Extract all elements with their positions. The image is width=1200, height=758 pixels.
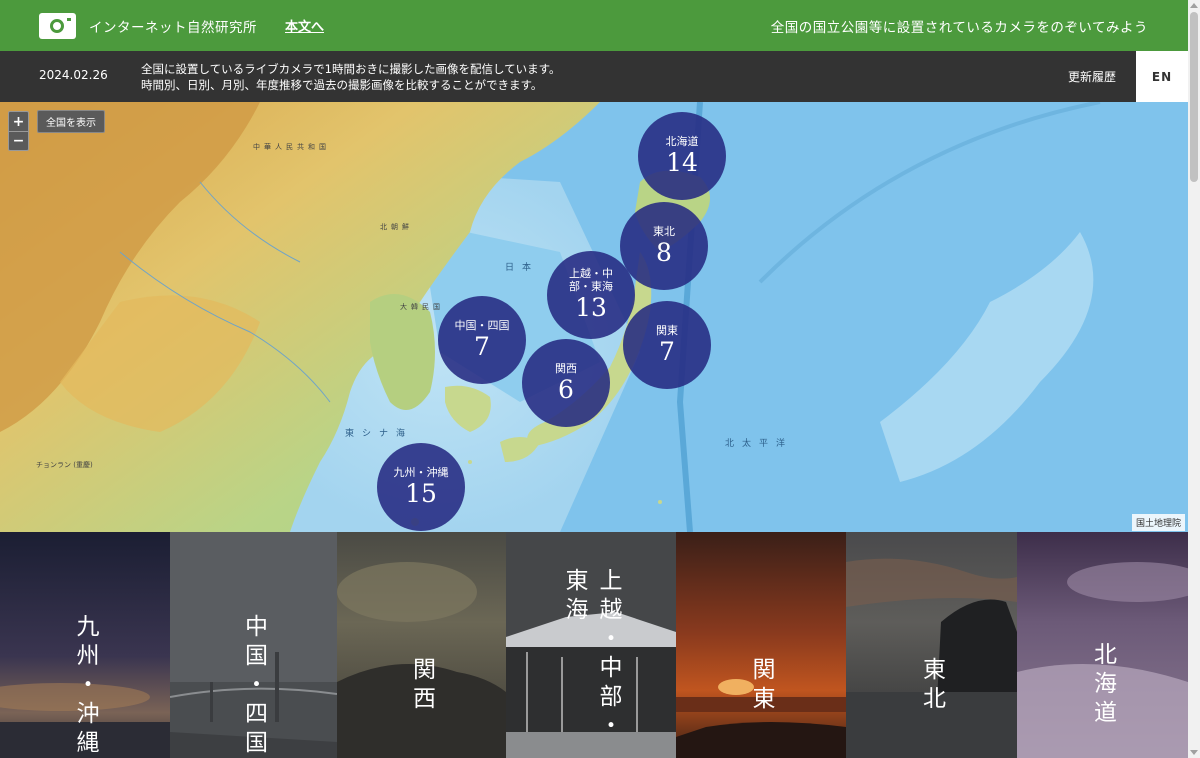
region-panel-kanto[interactable]: 関東 xyxy=(676,532,846,758)
cluster-name: 中国・四国 xyxy=(454,318,510,332)
cluster-tohoku[interactable]: 東北 8 xyxy=(620,202,708,290)
camera-logo-icon[interactable] xyxy=(39,13,76,39)
region-panel-chugoku-shikoku[interactable]: 中国・四国 xyxy=(170,532,337,758)
cluster-hokkaido[interactable]: 北海道 14 xyxy=(638,112,726,200)
region-label: 東北 xyxy=(918,657,945,715)
site-header: インターネット自然研究所 本文へ 全国の国立公園等に設置されているカメラをのぞい… xyxy=(0,0,1188,51)
update-history-link[interactable]: 更新履歴 xyxy=(1068,68,1116,85)
update-date: 2024.02.26 xyxy=(39,68,108,82)
map-label-east-china-sea: 東シナ海 xyxy=(345,429,414,439)
zoom-in-button[interactable]: + xyxy=(9,112,28,131)
region-panel-hokkaido[interactable]: 北海道 xyxy=(1017,532,1188,758)
region-panels: 九州・沖縄 中国・四国 関西 上越・中部・東海 関東 東北 北海道 xyxy=(0,532,1188,758)
map-label-south-korea: 大韓民国 xyxy=(400,303,444,311)
cluster-joetsu-chubu-tokai[interactable]: 上越・中部・東海 13 xyxy=(547,251,635,339)
scroll-down-icon[interactable] xyxy=(1190,750,1198,755)
map-attribution[interactable]: 国土地理院 xyxy=(1131,514,1185,531)
cluster-name: 関東 xyxy=(656,323,678,337)
map-label-sea-of-japan: 日本 xyxy=(505,263,540,273)
scroll-thumb[interactable] xyxy=(1190,12,1198,182)
site-description: 全国に設置しているライブカメラで1時間おきに撮影した画像を配信しています。 時間… xyxy=(141,61,560,93)
region-label: 北海道 xyxy=(1089,642,1116,729)
cluster-count: 6 xyxy=(558,374,574,404)
cluster-count: 15 xyxy=(405,478,437,508)
scroll-up-icon[interactable] xyxy=(1190,3,1198,8)
cluster-name: 九州・沖縄 xyxy=(393,465,449,479)
region-label: 関東 xyxy=(748,657,774,715)
region-panel-kansai[interactable]: 関西 xyxy=(337,532,506,758)
region-panel-kyushu-okinawa[interactable]: 九州・沖縄 xyxy=(0,532,170,758)
info-bar: 2024.02.26 全国に設置しているライブカメラで1時間おきに撮影した画像を… xyxy=(0,51,1188,102)
map-label-china: 中華人民共和国 xyxy=(253,143,330,151)
camera-map[interactable]: 中華人民共和国 北朝鮮 大韓民国 日本 東シナ海 北太平洋 チョンラン (重慶)… xyxy=(0,102,1188,532)
map-label-city: チョンラン (重慶) xyxy=(36,461,93,469)
cluster-name: 関西 xyxy=(555,361,577,375)
cluster-chugoku-shikoku[interactable]: 中国・四国 7 xyxy=(438,296,526,384)
language-switch-button[interactable]: EN xyxy=(1136,51,1188,102)
region-label: 関西 xyxy=(408,657,435,715)
cluster-count: 7 xyxy=(474,331,490,361)
description-line: 全国に設置しているライブカメラで1時間おきに撮影した画像を配信しています。 xyxy=(141,62,561,76)
region-label: 上越・中部・東海 xyxy=(561,568,621,742)
cluster-kanto[interactable]: 関東 7 xyxy=(623,301,711,389)
cluster-kyushu-okinawa[interactable]: 九州・沖縄 15 xyxy=(377,443,465,531)
description-line: 時間別、日別、月別、年度推移で過去の撮影画像を比較することができます。 xyxy=(141,78,543,92)
cluster-count: 13 xyxy=(575,293,607,322)
region-panel-joetsu-chubu-tokai[interactable]: 上越・中部・東海 xyxy=(506,532,676,758)
region-label: 中国・四国 xyxy=(240,614,267,758)
cluster-name: 上越・中部・東海 xyxy=(569,267,613,293)
cluster-count: 14 xyxy=(666,147,698,177)
page-scrollbar[interactable] xyxy=(1188,0,1200,758)
show-all-button[interactable]: 全国を表示 xyxy=(37,110,105,133)
cluster-name: 北海道 xyxy=(665,134,699,148)
site-title[interactable]: インターネット自然研究所 xyxy=(89,16,257,36)
cluster-count: 7 xyxy=(659,336,675,366)
skip-to-content-link[interactable]: 本文へ xyxy=(285,16,324,35)
site-tagline: 全国の国立公園等に設置されているカメラをのぞいてみよう xyxy=(770,20,1148,36)
region-panel-tohoku[interactable]: 東北 xyxy=(846,532,1017,758)
cluster-name: 東北 xyxy=(653,224,675,238)
zoom-control: + − xyxy=(8,111,29,151)
map-label-pacific: 北太平洋 xyxy=(725,439,794,449)
region-label: 九州・沖縄 xyxy=(72,614,98,758)
map-label-north-korea: 北朝鮮 xyxy=(380,223,413,231)
cluster-kansai[interactable]: 関西 6 xyxy=(522,339,610,427)
zoom-out-button[interactable]: − xyxy=(9,131,28,150)
cluster-count: 8 xyxy=(656,237,672,267)
